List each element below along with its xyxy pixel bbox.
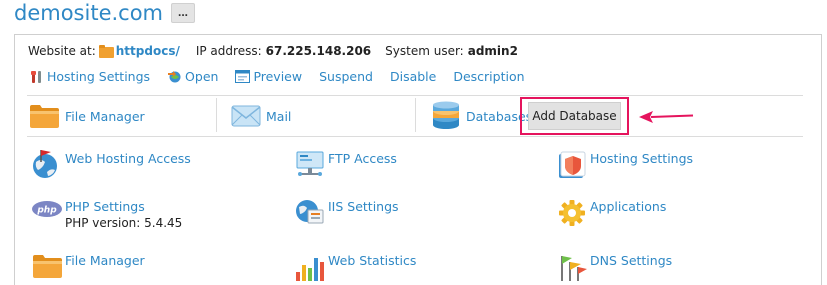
php-version: PHP version: 5.4.45 [65, 216, 183, 230]
tool-php-settings[interactable]: php PHP Settings PHP version: 5.4.45 [31, 196, 182, 231]
ip-label: IP address: [195, 44, 262, 58]
actions-row: Hosting Settings Open Preview Suspend Di… [30, 69, 542, 84]
tool-applications[interactable]: Applications [556, 196, 666, 228]
title-row: demosite.com ... [14, 1, 196, 25]
divider [27, 136, 803, 137]
wrench-icon [30, 70, 44, 84]
action-label: Open [185, 69, 219, 84]
add-database-button[interactable]: Add Database [528, 102, 621, 130]
tool-web-statistics[interactable]: Web Statistics [294, 250, 416, 282]
folder-icon [31, 250, 63, 282]
action-suspend[interactable]: Suspend [319, 69, 373, 84]
preview-icon [235, 70, 251, 83]
envelope-icon [231, 104, 261, 128]
tab-mail[interactable]: Mail [231, 96, 291, 136]
folder-icon [29, 103, 60, 129]
tool-hosting-settings[interactable]: Hosting Settings [556, 148, 693, 180]
site-title[interactable]: demosite.com [14, 1, 163, 25]
gear-icon [556, 196, 588, 228]
tool-label: IIS Settings [328, 199, 399, 214]
system-user-value: admin2 [467, 44, 518, 58]
tool-dns-settings[interactable]: DNS Settings [556, 250, 672, 282]
tool-label: FTP Access [328, 151, 397, 166]
iis-icon [294, 196, 326, 228]
subscription-panel: Website at: httpdocs/ IP address: 67.225… [14, 34, 822, 285]
action-hosting-settings[interactable]: Hosting Settings [30, 69, 150, 84]
tab-databases[interactable]: Databases [431, 96, 532, 136]
tab-label: Mail [266, 108, 292, 124]
ftp-icon [294, 148, 326, 180]
action-label: Hosting Settings [47, 69, 151, 84]
divider [415, 98, 416, 132]
action-open[interactable]: Open [167, 69, 218, 84]
tool-web-hosting-access[interactable]: Web Hosting Access [31, 148, 191, 180]
tool-label: Hosting Settings [590, 151, 694, 166]
action-label: Description [453, 69, 525, 84]
database-icon [431, 101, 461, 131]
tool-label: PHP Settings [65, 199, 145, 214]
action-label: Preview [253, 69, 303, 84]
system-user-label: System user: [385, 44, 464, 58]
website-at-label: Website at: [28, 44, 96, 58]
ip-value: 67.225.148.206 [265, 44, 372, 58]
tab-file-manager[interactable]: File Manager [29, 96, 145, 136]
tab-label: File Manager [65, 108, 145, 124]
action-description[interactable]: Description [453, 69, 524, 84]
hosting-settings-icon [556, 148, 588, 180]
tool-label: File Manager [65, 253, 145, 268]
action-disable[interactable]: Disable [390, 69, 436, 84]
folder-icon [98, 44, 114, 58]
bar-chart-icon [294, 250, 326, 282]
globe-arrow-icon [167, 70, 182, 84]
more-button[interactable]: ... [171, 3, 196, 23]
divider [216, 98, 217, 132]
tool-ftp-access[interactable]: FTP Access [294, 148, 397, 180]
info-row: Website at: httpdocs/ IP address: 67.225… [28, 44, 518, 58]
action-label: Disable [389, 69, 437, 84]
tool-iis-settings[interactable]: IIS Settings [294, 196, 399, 228]
tool-label: Applications [590, 199, 667, 214]
tool-label: Web Hosting Access [65, 151, 191, 166]
tool-label: Web Statistics [328, 253, 417, 268]
php-icon: php [31, 196, 63, 228]
svg-text:php: php [36, 206, 57, 216]
dns-flags-icon [556, 250, 588, 282]
docroot-link[interactable]: httpdocs/ [116, 44, 180, 58]
arrow-icon [639, 110, 695, 129]
action-label: Suspend [319, 69, 373, 84]
tool-file-manager[interactable]: File Manager [31, 250, 145, 282]
tool-label: DNS Settings [590, 253, 673, 268]
globe-flag-icon [31, 148, 63, 180]
action-preview[interactable]: Preview [235, 69, 302, 84]
